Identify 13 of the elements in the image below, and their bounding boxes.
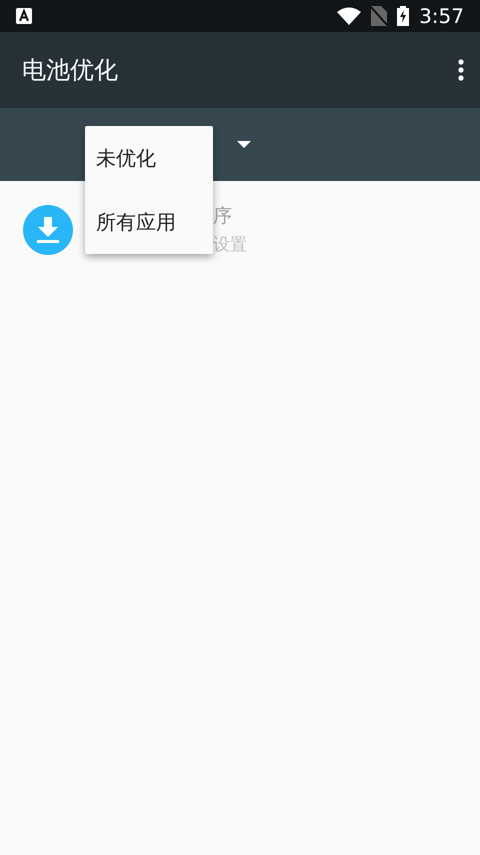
wifi-icon xyxy=(337,7,362,25)
status-time: 3:57 xyxy=(419,4,464,28)
no-sim-icon xyxy=(371,6,388,26)
more-options-icon[interactable] xyxy=(458,59,464,81)
battery-charging-icon xyxy=(397,6,410,26)
dropdown-caret-icon[interactable] xyxy=(237,141,251,148)
menu-item[interactable]: 所有应用 xyxy=(85,190,213,254)
app-subtitle: 设置 xyxy=(213,234,247,256)
menu-item[interactable]: 未优化 xyxy=(85,126,213,190)
notification-icon xyxy=(16,8,32,24)
toolbar-title: 电池优化 xyxy=(22,55,119,86)
app-name: 序 xyxy=(213,204,233,229)
download-app-icon xyxy=(23,204,73,254)
